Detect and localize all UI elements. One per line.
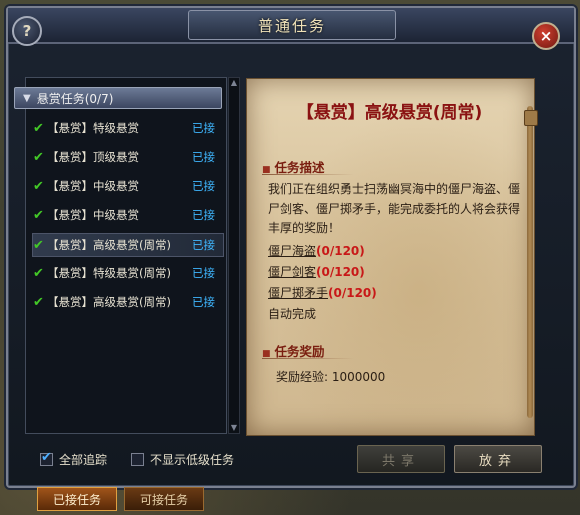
help-button[interactable]: ? bbox=[12, 16, 42, 46]
scroll-down-icon[interactable]: ▼ bbox=[230, 424, 238, 432]
quest-list-item[interactable]: ✔ 【悬赏】高级悬赏(周常) 已接 bbox=[32, 233, 224, 257]
quest-detail-title: 【悬赏】高级悬赏(周常) bbox=[296, 103, 483, 123]
hide-low-label[interactable]: 不显示低级任务 bbox=[150, 451, 234, 468]
checkmark-icon: ✔ bbox=[33, 149, 44, 165]
target-name[interactable]: 僵尸掷矛手 bbox=[268, 286, 328, 300]
track-all-option[interactable]: ✔ 全部追踪 bbox=[40, 450, 107, 468]
reward-heading-text: 任务奖励 bbox=[274, 344, 325, 359]
window-title: 普通任务 bbox=[257, 16, 326, 35]
quest-status: 已接 bbox=[192, 238, 215, 252]
quest-name: 【悬赏】特级悬赏(周常) bbox=[47, 266, 171, 280]
quest-list-item[interactable]: ✔ 【悬赏】中级悬赏 已接 bbox=[33, 204, 223, 226]
quest-status: 已接 bbox=[192, 179, 215, 193]
section-divider bbox=[262, 174, 354, 175]
quest-list-item[interactable]: ✔ 【悬赏】中级悬赏 已接 bbox=[33, 175, 223, 197]
quest-target[interactable]: 僵尸掷矛手(0/120) bbox=[268, 284, 377, 301]
quest-name: 【悬赏】高级悬赏(周常) bbox=[47, 238, 171, 252]
quest-status: 已接 bbox=[192, 121, 215, 135]
quest-name: 【悬赏】中级悬赏 bbox=[47, 208, 139, 222]
checkmark-icon: ✔ bbox=[41, 450, 52, 465]
quest-name: 【悬赏】高级悬赏(周常) bbox=[47, 295, 171, 309]
close-button[interactable]: × bbox=[532, 22, 560, 50]
quest-list-item[interactable]: ✔ 【悬赏】特级悬赏(周常) 已接 bbox=[33, 262, 223, 284]
quest-list-item[interactable]: ✔ 【悬赏】特级悬赏 已接 bbox=[33, 117, 223, 139]
quest-status: 已接 bbox=[192, 266, 215, 280]
chevron-down-icon: ▼ bbox=[23, 92, 31, 104]
quest-name: 【悬赏】顶级悬赏 bbox=[47, 150, 139, 164]
quest-name: 【悬赏】特级悬赏 bbox=[47, 121, 139, 135]
target-name[interactable]: 僵尸海盗 bbox=[268, 244, 316, 258]
quest-list-item[interactable]: ✔ 【悬赏】高级悬赏(周常) 已接 bbox=[33, 291, 223, 313]
auto-complete-text: 自动完成 bbox=[268, 307, 317, 321]
section-divider bbox=[262, 358, 354, 359]
title-plate: 普通任务 bbox=[188, 10, 396, 40]
quest-description: 我们正在组织勇士扫荡幽冥海中的僵尸海盗、僵尸剑客、僵尸掷矛手，能完成委托的人将会… bbox=[268, 182, 521, 235]
target-name[interactable]: 僵尸剑客 bbox=[268, 265, 316, 279]
quest-name: 【悬赏】中级悬赏 bbox=[47, 179, 139, 193]
target-count: (0/120) bbox=[328, 286, 377, 300]
tab-available-quests[interactable]: 可接任务 bbox=[124, 487, 204, 511]
detail-scrollbar[interactable] bbox=[527, 106, 533, 418]
hide-low-option[interactable]: 不显示低级任务 bbox=[131, 451, 234, 468]
checkmark-icon: ✔ bbox=[33, 237, 44, 253]
description-heading-text: 任务描述 bbox=[274, 160, 325, 175]
title-bar[interactable]: 普通任务 bbox=[8, 8, 574, 44]
target-count: (0/120) bbox=[316, 244, 365, 258]
checkmark-icon: ✔ bbox=[33, 120, 44, 136]
hide-low-checkbox[interactable] bbox=[131, 453, 144, 466]
quest-group-header[interactable]: ▼ 悬赏任务(0/7) bbox=[14, 87, 222, 109]
scroll-up-icon[interactable]: ▲ bbox=[230, 79, 238, 87]
quest-group-label: 悬赏任务(0/7) bbox=[36, 91, 114, 106]
tab-accepted-quests[interactable]: 已接任务 bbox=[37, 487, 117, 511]
quest-status: 已接 bbox=[192, 208, 215, 222]
target-count: (0/120) bbox=[316, 265, 365, 279]
quest-list-scrollbar[interactable]: ▲ ▼ bbox=[228, 77, 240, 434]
track-all-label[interactable]: 全部追踪 bbox=[59, 451, 107, 468]
abandon-button[interactable]: 放弃 bbox=[454, 445, 542, 473]
quest-target[interactable]: 僵尸剑客(0/120) bbox=[268, 263, 365, 280]
checkmark-icon: ✔ bbox=[33, 178, 44, 194]
quest-target[interactable]: 僵尸海盗(0/120) bbox=[268, 242, 365, 259]
share-button[interactable]: 共享 bbox=[357, 445, 445, 473]
checkmark-icon: ✔ bbox=[33, 207, 44, 223]
quest-status: 已接 bbox=[192, 295, 215, 309]
checkmark-icon: ✔ bbox=[33, 265, 44, 281]
track-all-checkbox[interactable]: ✔ bbox=[40, 450, 53, 466]
quest-status: 已接 bbox=[192, 150, 215, 164]
reward-exp: 奖励经验: 1000000 bbox=[276, 370, 386, 384]
quest-list-item[interactable]: ✔ 【悬赏】顶级悬赏 已接 bbox=[33, 146, 223, 168]
checkmark-icon: ✔ bbox=[33, 294, 44, 310]
